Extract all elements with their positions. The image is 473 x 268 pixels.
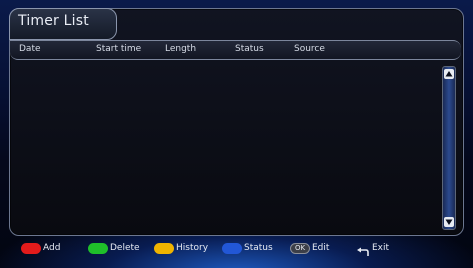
blue-key-icon	[222, 243, 242, 254]
color-key-legend: Add Delete History Status OK Edit Exit	[0, 238, 473, 260]
column-header-status: Status	[235, 44, 264, 54]
column-header-start-time: Start time	[96, 44, 142, 54]
status-label: Status	[244, 243, 273, 253]
column-header-length: Length	[165, 44, 197, 54]
exit-label: Exit	[372, 243, 390, 253]
red-key-icon	[21, 243, 41, 254]
green-key-icon	[88, 243, 108, 254]
column-header-source: Source	[294, 44, 325, 54]
column-header-date: Date	[19, 44, 41, 54]
list-scrollbar[interactable]	[442, 66, 456, 230]
yellow-key-icon	[154, 243, 174, 254]
edit-label: Edit	[312, 243, 330, 253]
delete-label: Delete	[110, 243, 140, 253]
ok-key-icon: OK	[290, 243, 310, 254]
back-arrow-icon	[356, 243, 370, 262]
add-label: Add	[43, 243, 61, 253]
history-label: History	[176, 243, 209, 253]
scroll-up-arrow-icon[interactable]	[444, 69, 454, 79]
timer-list-screen: Timer List Date Start time Length Status…	[0, 0, 473, 268]
scroll-down-arrow-icon[interactable]	[444, 217, 454, 227]
page-title: Timer List	[18, 13, 89, 29]
table-header: Date Start time Length Status Source	[10, 40, 461, 60]
